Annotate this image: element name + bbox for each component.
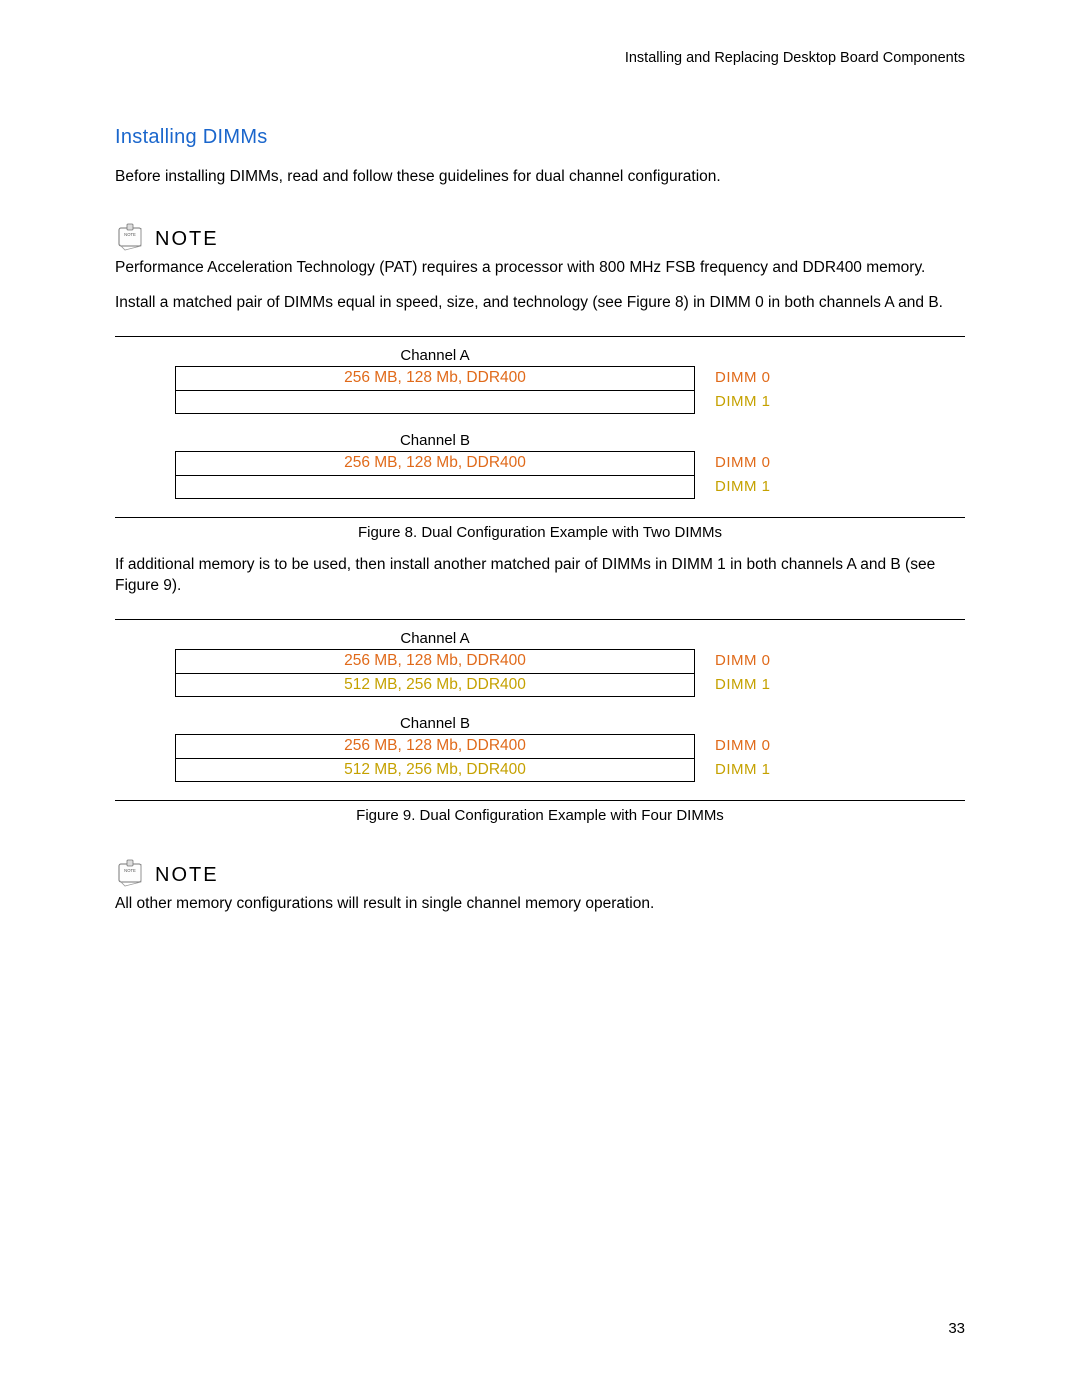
note1-text: Performance Acceleration Technology (PAT… — [115, 258, 965, 279]
figure-rule-bottom — [115, 517, 965, 518]
channel-label: Channel B — [175, 715, 695, 732]
figure8-caption: Figure 8. Dual Configuration Example wit… — [115, 524, 965, 541]
note-label: NOTE — [155, 858, 219, 887]
figure-rule-top — [115, 619, 965, 620]
note-icon: NOTE — [115, 222, 145, 252]
channel-group: Channel B 256 MB, 128 Mb, DDR400 DIMM 0 512… — [175, 715, 925, 782]
svg-text:NOTE: NOTE — [124, 868, 136, 873]
figure-rule-top — [115, 336, 965, 337]
dimm-slot-box: 256 MB, 128 Mb, DDR400 — [175, 451, 695, 475]
page-number: 33 — [948, 1320, 965, 1337]
dimm-slot-box: 256 MB, 128 Mb, DDR400 — [175, 366, 695, 390]
dimm-slot-row: 512 MB, 256 Mb, DDR400 DIMM 1 — [175, 758, 925, 782]
note-label: NOTE — [155, 222, 219, 251]
dimm-slot-label: DIMM 1 — [715, 761, 771, 778]
figure-9: Channel A 256 MB, 128 Mb, DDR400 DIMM 0 512… — [115, 611, 965, 838]
figure-rule-bottom — [115, 800, 965, 801]
note-callout: NOTE NOTE — [115, 222, 965, 252]
channel-label: Channel A — [175, 347, 695, 364]
dimm-slot-box: 512 MB, 256 Mb, DDR400 — [175, 758, 695, 782]
dimm-slot-label: DIMM 0 — [715, 737, 771, 754]
dimm-slot-row: DIMM 1 — [175, 475, 925, 499]
figure9-caption: Figure 9. Dual Configuration Example wit… — [115, 807, 965, 824]
figure-8: Channel A 256 MB, 128 Mb, DDR400 DIMM 0 DIM… — [115, 328, 965, 555]
dimm-slot-label: DIMM 1 — [715, 478, 771, 495]
channel-label: Channel B — [175, 432, 695, 449]
dimm-slot-label: DIMM 1 — [715, 393, 771, 410]
dimm-slot-row: 256 MB, 128 Mb, DDR400 DIMM 0 — [175, 734, 925, 758]
section-heading: Installing DIMMs — [115, 126, 965, 149]
page: Installing and Replacing Desktop Board C… — [0, 0, 1080, 1397]
note2-text: All other memory configurations will res… — [115, 894, 965, 915]
svg-text:NOTE: NOTE — [124, 232, 136, 237]
dimm-slot-box: 256 MB, 128 Mb, DDR400 — [175, 734, 695, 758]
intro-paragraph: Before installing DIMMs, read and follow… — [115, 167, 965, 188]
dimm-slot-row: 256 MB, 128 Mb, DDR400 DIMM 0 — [175, 451, 925, 475]
running-header: Installing and Replacing Desktop Board C… — [115, 50, 965, 66]
dimm-slot-row: 512 MB, 256 Mb, DDR400 DIMM 1 — [175, 673, 925, 697]
dimm-slot-row: 256 MB, 128 Mb, DDR400 DIMM 0 — [175, 649, 925, 673]
figure8-channels: Channel A 256 MB, 128 Mb, DDR400 DIMM 0 DIM… — [115, 347, 965, 499]
note-callout: NOTE NOTE — [115, 858, 965, 888]
dimm-slot-box — [175, 475, 695, 499]
dimm-slot-label: DIMM 0 — [715, 369, 771, 386]
figure9-channels: Channel A 256 MB, 128 Mb, DDR400 DIMM 0 512… — [115, 630, 965, 782]
para-additional-memory: If additional memory is to be used, then… — [115, 555, 965, 597]
dimm-slot-row: DIMM 1 — [175, 390, 925, 414]
para-matched-pair: Install a matched pair of DIMMs equal in… — [115, 293, 965, 314]
dimm-slot-label: DIMM 1 — [715, 676, 771, 693]
dimm-slot-box: 256 MB, 128 Mb, DDR400 — [175, 649, 695, 673]
channel-label: Channel A — [175, 630, 695, 647]
dimm-slot-row: 256 MB, 128 Mb, DDR400 DIMM 0 — [175, 366, 925, 390]
dimm-slot-box: 512 MB, 256 Mb, DDR400 — [175, 673, 695, 697]
channel-group: Channel A 256 MB, 128 Mb, DDR400 DIMM 0 DIM… — [175, 347, 925, 414]
note-icon: NOTE — [115, 858, 145, 888]
dimm-slot-box — [175, 390, 695, 414]
channel-group: Channel A 256 MB, 128 Mb, DDR400 DIMM 0 512… — [175, 630, 925, 697]
channel-group: Channel B 256 MB, 128 Mb, DDR400 DIMM 0 DIM… — [175, 432, 925, 499]
dimm-slot-label: DIMM 0 — [715, 652, 771, 669]
dimm-slot-label: DIMM 0 — [715, 454, 771, 471]
